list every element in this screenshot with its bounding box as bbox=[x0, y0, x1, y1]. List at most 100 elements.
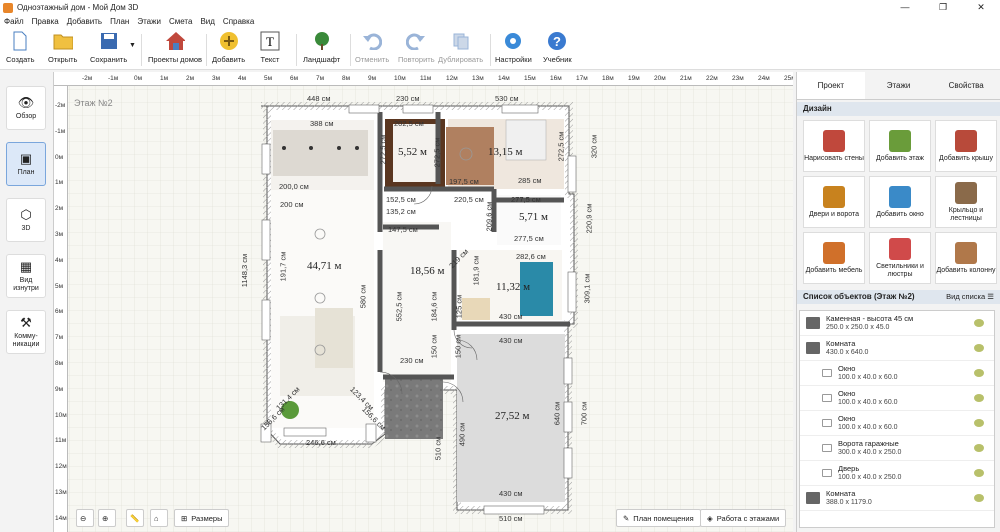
tab-properties[interactable]: Свойства bbox=[932, 72, 1000, 99]
object-list-item[interactable]: Дверь 100.0 x 40.0 x 250.0 bbox=[800, 461, 994, 486]
sizes-button[interactable]: ⊞ Размеры bbox=[174, 509, 230, 527]
menu-plan[interactable]: План bbox=[110, 17, 129, 26]
design-card[interactable]: Добавить крышу bbox=[935, 120, 997, 172]
close-button[interactable]: ✕ bbox=[962, 0, 1000, 15]
menu-floors[interactable]: Этажи bbox=[137, 17, 161, 26]
object-list-item[interactable]: Комната 430.0 x 640.0 bbox=[800, 336, 994, 361]
visibility-eye-icon[interactable] bbox=[974, 344, 984, 352]
visibility-eye-icon[interactable] bbox=[974, 469, 984, 477]
zoom-out-button[interactable]: ⊖ bbox=[76, 509, 94, 527]
ruler-tick-label: 8м bbox=[55, 360, 64, 367]
menu-help[interactable]: Справка bbox=[223, 17, 254, 26]
object-list-item[interactable]: Комната 388.0 x 1179.0 bbox=[800, 486, 994, 511]
view-list-button[interactable]: Вид списка ☰ bbox=[946, 290, 994, 304]
dimension: 285 см bbox=[518, 176, 542, 185]
open-button[interactable]: Открыть bbox=[48, 31, 77, 69]
zoom-in-icon: ⊕ bbox=[102, 513, 109, 523]
undo-icon bbox=[362, 31, 383, 51]
projects-button[interactable]: Проекты домов bbox=[148, 31, 202, 69]
right-panel: Проект Этажи Свойства Дизайн Нарисовать … bbox=[796, 72, 1000, 532]
visibility-eye-icon[interactable] bbox=[974, 319, 984, 327]
save-dropdown-icon[interactable]: ▼ bbox=[129, 42, 136, 49]
dimension: 209,6 см bbox=[484, 201, 494, 232]
object-list[interactable]: Каменная - высота 45 см 250.0 x 250.0 x 4… bbox=[799, 310, 995, 528]
design-card[interactable]: Добавить колонну bbox=[935, 232, 997, 284]
view-3d-button[interactable]: ⬡ 3D bbox=[6, 198, 46, 242]
ruler-tick-label: 15м bbox=[524, 75, 536, 82]
maximize-button[interactable]: ❐ bbox=[924, 0, 962, 15]
inside-view-button[interactable]: ▦ Вид изнутри bbox=[6, 254, 46, 298]
tab-project[interactable]: Проект bbox=[797, 72, 865, 99]
design-card[interactable]: Добавить окно bbox=[869, 176, 931, 228]
object-list-item[interactable]: Ворота гаражные 300.0 x 40.0 x 250.0 bbox=[800, 436, 994, 461]
object-name: Дверь bbox=[838, 464, 860, 473]
ruler-tick-label: 21м bbox=[680, 75, 692, 82]
design-card[interactable]: Двери и ворота bbox=[803, 176, 865, 228]
create-button[interactable]: Создать bbox=[6, 31, 35, 69]
object-list-item[interactable]: Окно 100.0 x 40.0 x 60.0 bbox=[800, 386, 994, 411]
design-card[interactable]: Добавить мебель bbox=[803, 232, 865, 284]
visibility-eye-icon[interactable] bbox=[974, 444, 984, 452]
landscape-button[interactable]: Ландшафт bbox=[303, 31, 340, 69]
ruler-tick-label: 6м bbox=[290, 75, 299, 82]
settings-button[interactable]: Настройки bbox=[495, 31, 532, 69]
visibility-eye-icon[interactable] bbox=[974, 369, 984, 377]
dimension: 388 см bbox=[310, 119, 334, 128]
visibility-eye-icon[interactable] bbox=[974, 394, 984, 402]
object-list-item[interactable]: Каменная - высота 45 см 250.0 x 250.0 x 4… bbox=[800, 311, 994, 336]
object-icon bbox=[822, 444, 832, 452]
room-area-label: 27,52 м bbox=[495, 410, 530, 422]
visibility-eye-icon[interactable] bbox=[974, 419, 984, 427]
menu-edit[interactable]: Правка bbox=[32, 17, 59, 26]
svg-text:?: ? bbox=[553, 34, 561, 49]
room-plan-button[interactable]: ✎ План помещения bbox=[616, 509, 701, 527]
help-icon: ? bbox=[547, 31, 567, 51]
dimension: 230 см bbox=[400, 356, 424, 365]
ruler-tick-label: 1м bbox=[160, 75, 169, 82]
ruler-tool-button[interactable]: 📏 bbox=[126, 509, 144, 527]
object-list-item[interactable]: Окно 100.0 x 40.0 x 60.0 bbox=[800, 361, 994, 386]
window-title: Одноэтажный дом - Мой Дом 3D bbox=[17, 3, 139, 12]
tutorial-button[interactable]: ? Учебник bbox=[543, 31, 572, 69]
text-button[interactable]: T Текст bbox=[260, 31, 280, 69]
object-list-item[interactable]: Окно 100.0 x 40.0 x 60.0 bbox=[800, 411, 994, 436]
menu-add[interactable]: Добавить bbox=[67, 17, 102, 26]
plan-button[interactable]: ▣ План bbox=[6, 142, 46, 186]
room-area-label: 5,71 м bbox=[519, 211, 548, 223]
minimize-button[interactable]: — bbox=[886, 0, 924, 15]
object-name: Комната bbox=[826, 339, 856, 348]
undo-button[interactable]: Отменить bbox=[355, 31, 389, 69]
plan-canvas[interactable]: -2м -1м 0м 1м 2м 3м 4м 5м 6м 7м 8м 9м 10м 11м 12м 13м 14… bbox=[53, 72, 793, 532]
design-card[interactable]: Нарисовать стены bbox=[803, 120, 865, 172]
ruler-tick-label: 7м bbox=[316, 75, 325, 82]
ruler-tick-label: 5м bbox=[264, 75, 273, 82]
zoom-in-button[interactable]: ⊕ bbox=[98, 509, 116, 527]
design-card[interactable]: Крыльцо и лестницы bbox=[935, 176, 997, 228]
design-card[interactable]: Добавить этаж bbox=[869, 120, 931, 172]
dimension: 220,5 см bbox=[454, 195, 484, 204]
communications-button[interactable]: ⚒ Комму-никации bbox=[6, 310, 46, 354]
design-icon bbox=[823, 185, 845, 208]
overview-button[interactable]: 👁 Обзор bbox=[6, 86, 46, 130]
ruler-tick-label: 8м bbox=[342, 75, 351, 82]
dimension: 700 см bbox=[579, 401, 589, 426]
menu-file[interactable]: Файл bbox=[4, 17, 24, 26]
design-card[interactable]: Светильники и люстры bbox=[869, 232, 931, 284]
save-button[interactable]: Сохранить bbox=[90, 31, 127, 69]
tab-floors[interactable]: Этажи bbox=[865, 72, 933, 99]
floors-work-button[interactable]: ◈ Работа с этажами bbox=[700, 509, 787, 527]
ruler-tick-label: 4м bbox=[55, 256, 64, 264]
plan-icon: ▣ bbox=[19, 151, 33, 166]
ruler-tick-label: -1м bbox=[55, 127, 66, 135]
home-icon: ⌂ bbox=[154, 513, 159, 523]
menu-estimate[interactable]: Смета bbox=[169, 17, 192, 26]
redo-button[interactable]: Повторить bbox=[398, 31, 435, 69]
home-button[interactable]: ⌂ bbox=[150, 509, 168, 527]
add-button[interactable]: Добавить bbox=[212, 31, 245, 69]
duplicate-button[interactable]: Дублировать bbox=[438, 31, 483, 69]
ruler-tick-label: 17м bbox=[576, 75, 588, 82]
object-dims: 100.0 x 40.0 x 60.0 bbox=[838, 399, 898, 406]
visibility-eye-icon[interactable] bbox=[974, 494, 984, 502]
ruler-tick-label: 6м bbox=[55, 308, 64, 316]
menu-view[interactable]: Вид bbox=[200, 17, 214, 26]
